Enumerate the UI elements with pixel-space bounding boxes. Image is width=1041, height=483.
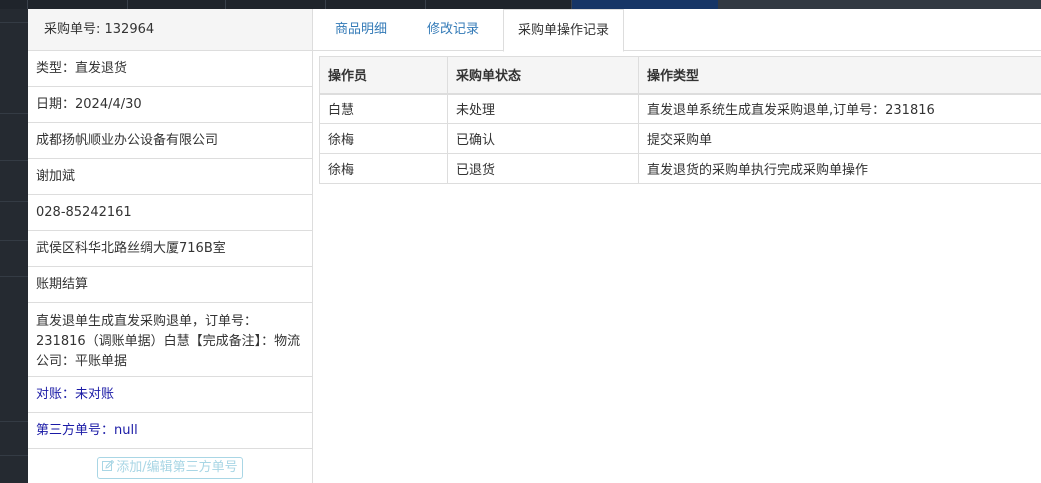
backdrop-line [0,276,28,277]
cell-status: 已退货 [447,153,639,184]
supplier-address: 武侯区科华北路丝绸大厦716B室 [28,231,312,267]
cell-operator: 徐梅 [319,123,448,154]
operation-log-table-wrap: 操作员 采购单状态 操作类型 白慧 未处理 直发退单系统生成直发采购退单,订单号… [319,56,1041,184]
edit-third-party-label: 添加/编辑第三方单号 [116,460,238,475]
table-row: 白慧 未处理 直发退单系统生成直发采购退单,订单号：231816 [319,93,1041,124]
header-operator: 操作员 [319,56,448,95]
order-remark: 直发退单生成直发采购退单，订单号：231816（调账单据）白慧【完成备注】：物流… [28,303,312,377]
backdrop-line [0,113,28,114]
backdrop-line [0,240,28,241]
order-date: 日期：2024/4/30 [28,87,312,123]
panel-footer: 添加/编辑第三方单号 [28,449,312,483]
table-row: 徐梅 已退货 直发退货的采购单执行完成采购单操作 [319,153,1041,184]
backdrop-segment [28,0,128,9]
third-party-number: 第三方单号：null [28,413,312,449]
payment-terms: 账期结算 [28,267,312,303]
detail-panel: 商品明细 修改记录 采购单操作记录 操作员 采购单状态 操作类型 白慧 未处理 … [313,9,1041,483]
order-number-header: 采购单号: 132964 [28,9,312,51]
header-operation-type: 操作类型 [638,56,1041,95]
order-info-panel: 采购单号: 132964 类型：直发退货 日期：2024/4/30 成都扬帆顺业… [28,9,313,483]
cell-status: 已确认 [447,123,639,154]
tab-bar: 商品明细 修改记录 采购单操作记录 [313,9,1041,52]
header-status: 采购单状态 [447,56,639,95]
cell-operation-type: 提交采购单 [638,123,1041,154]
backdrop-accent [572,0,718,9]
backdrop-segment [128,0,226,9]
backdrop-line [0,455,28,456]
backdrop-segment [0,0,28,9]
order-type: 类型：直发退货 [28,51,312,87]
cell-operation-type: 直发退单系统生成直发采购退单,订单号：231816 [638,93,1041,124]
reconcile-status: 对账：未对账 [28,377,312,413]
cell-status: 未处理 [447,93,639,124]
backdrop-left-strip [0,9,28,483]
backdrop-segment [326,0,426,9]
cell-operator: 徐梅 [319,153,448,184]
contact-name: 谢加斌 [28,159,312,195]
tab-operation-log[interactable]: 采购单操作记录 [503,9,625,52]
backdrop-top-bar [0,0,1041,9]
table-row: 徐梅 已确认 提交采购单 [319,123,1041,154]
table-header-row: 操作员 采购单状态 操作类型 [319,56,1041,95]
edit-third-party-button[interactable]: 添加/编辑第三方单号 [97,457,243,479]
backdrop-line [0,201,28,202]
backdrop-line [0,160,28,161]
contact-phone: 028-85242161 [28,195,312,231]
edit-icon [102,460,115,471]
tab-change-log[interactable]: 修改记录 [413,9,493,51]
backdrop-line [0,421,28,422]
cell-operator: 白慧 [319,93,448,124]
backdrop-segment [226,0,326,9]
supplier-company: 成都扬帆顺业办公设备有限公司 [28,123,312,159]
backdrop-right [718,0,1041,9]
tab-product-details[interactable]: 商品明细 [321,9,401,51]
backdrop-segment [426,0,572,9]
cell-operation-type: 直发退货的采购单执行完成采购单操作 [638,153,1041,184]
backdrop-line [0,22,28,23]
operation-log-table: 操作员 采购单状态 操作类型 白慧 未处理 直发退单系统生成直发采购退单,订单号… [319,56,1041,184]
